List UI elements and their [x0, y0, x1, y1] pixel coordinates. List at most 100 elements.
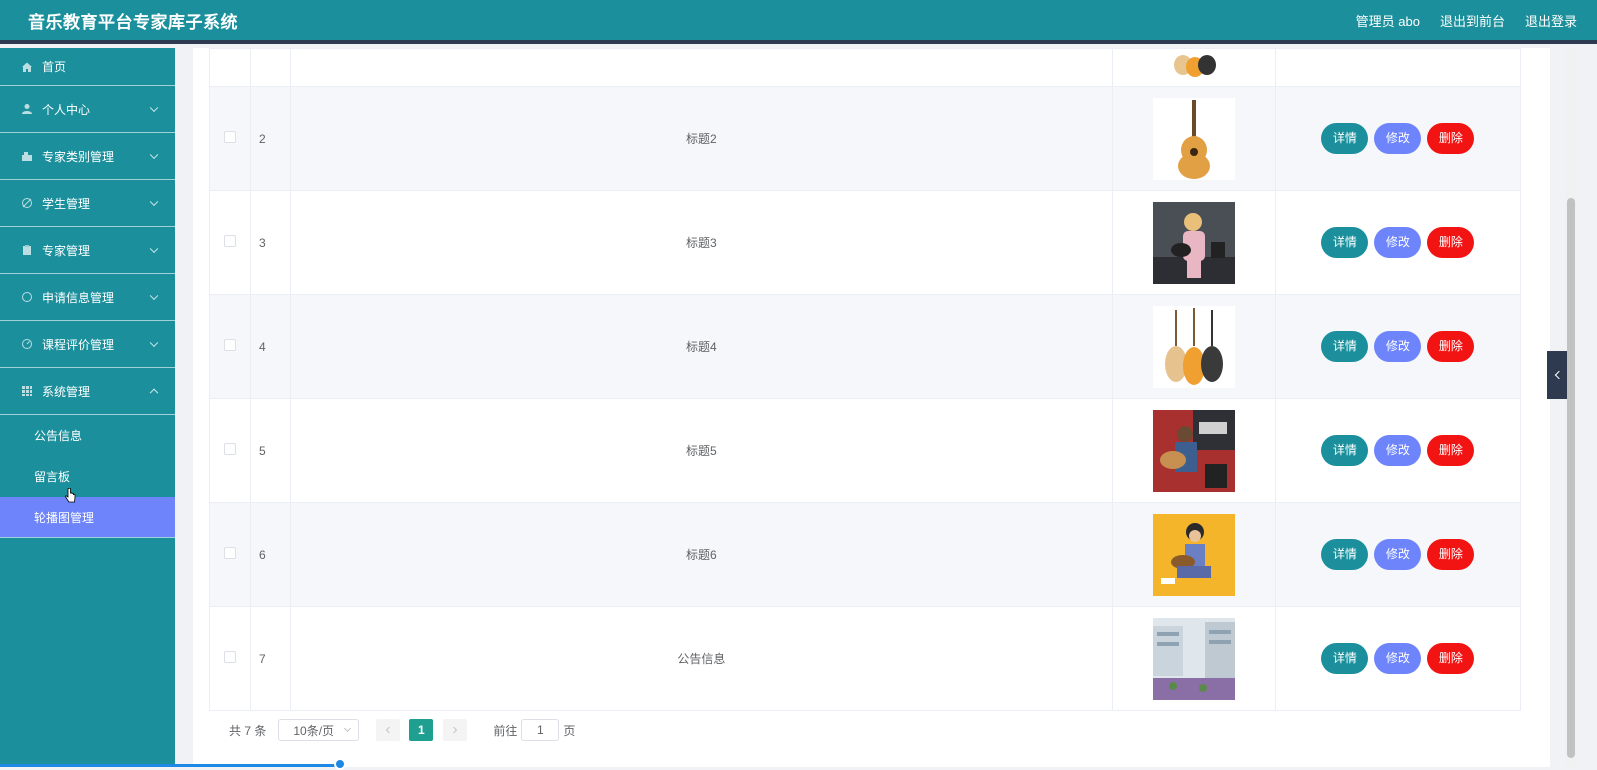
- admin-user-label: 管理员 abo: [1355, 13, 1420, 29]
- row-title: 标题3: [290, 190, 1113, 295]
- detail-button[interactable]: 详情: [1321, 643, 1369, 674]
- logout-link[interactable]: 退出登录: [1525, 11, 1577, 30]
- table-row: 6 标题6 详情 修改 删除: [208, 502, 1522, 607]
- edit-button[interactable]: 修改: [1374, 539, 1422, 570]
- sidebar-item-course-rating[interactable]: 课程评价管理: [0, 321, 175, 368]
- collapse-panel-tab[interactable]: [1547, 351, 1567, 399]
- apply-icon: [20, 290, 34, 304]
- carousel-table: 2 标题2 详情 修改 删除 3 标题3 详情 修改 删除 4 标题4 详情 修…: [208, 48, 1522, 711]
- table-row: 3 标题3 详情 修改 删除: [208, 190, 1522, 295]
- edit-button[interactable]: 修改: [1374, 123, 1422, 154]
- sidebar-subitem-carousel[interactable]: 轮播图管理: [0, 497, 175, 538]
- exit-to-frontend-link[interactable]: 退出到前台: [1440, 11, 1505, 30]
- main-content: 2 标题2 详情 修改 删除 3 标题3 详情 修改 删除 4 标题4 详情 修…: [175, 48, 1565, 767]
- home-icon: [20, 60, 34, 74]
- row-title: 标题6: [290, 502, 1113, 607]
- delete-button[interactable]: 删除: [1427, 331, 1475, 362]
- table-row: 4 标题4 详情 修改 删除: [208, 294, 1522, 399]
- goto-page-input[interactable]: 1: [521, 719, 560, 741]
- sidebar-item-experts[interactable]: 专家管理: [0, 227, 175, 274]
- row-title: 标题2: [290, 86, 1113, 191]
- row-index: 7: [250, 606, 292, 711]
- scrollbar-thumb[interactable]: [1567, 198, 1575, 758]
- row-index: 3: [250, 190, 292, 295]
- row-checkbox[interactable]: [224, 443, 237, 455]
- row-checkbox[interactable]: [224, 651, 237, 663]
- page-number-current[interactable]: 1: [409, 719, 434, 741]
- detail-button[interactable]: 详情: [1321, 123, 1369, 154]
- detail-button[interactable]: 详情: [1321, 331, 1369, 362]
- row-index: 4: [250, 294, 292, 399]
- chevron-up-icon: [149, 388, 159, 398]
- sidebar-subitem-message-board[interactable]: 留言板: [0, 456, 175, 497]
- sidebar-item-label: 专家管理: [42, 243, 91, 258]
- row-index: 2: [250, 86, 292, 191]
- detail-button[interactable]: 详情: [1321, 435, 1369, 466]
- detail-button[interactable]: 详情: [1321, 227, 1369, 258]
- row-thumbnail: [1152, 305, 1235, 388]
- user-icon: [20, 102, 34, 116]
- sidebar-item-home[interactable]: 首页: [0, 48, 175, 86]
- sidebar-subitem-announcements[interactable]: 公告信息: [0, 415, 175, 456]
- sidebar-item-personal-center[interactable]: 个人中心: [0, 86, 175, 133]
- sidebar-item-label: 个人中心: [42, 102, 91, 117]
- table-row: [208, 48, 1522, 87]
- chevron-down-icon: [149, 197, 159, 207]
- edit-button[interactable]: 修改: [1374, 227, 1422, 258]
- total-count: 共 7 条: [229, 723, 267, 738]
- delete-button[interactable]: 删除: [1427, 227, 1475, 258]
- row-thumbnail: [1152, 617, 1235, 700]
- row-thumbnail: [1152, 97, 1235, 180]
- row-index: 6: [250, 502, 292, 607]
- row-title: 标题4: [290, 294, 1113, 399]
- pagination: 共 7 条 10条/页 1 前往 1 页: [229, 718, 575, 742]
- delete-button[interactable]: 删除: [1427, 643, 1475, 674]
- row-thumbnail: [1152, 201, 1235, 284]
- sidebar-item-applications[interactable]: 申请信息管理: [0, 274, 175, 321]
- table-row: 5 标题5 详情 修改 删除: [208, 398, 1522, 503]
- sidebar: 首页 个人中心 专家类别管理 学生管理 专家管理 申请信息管理 课程评价管理 系…: [0, 48, 175, 767]
- sidebar-item-label: 学生管理: [42, 196, 91, 211]
- vertical-scrollbar[interactable]: [1565, 48, 1577, 767]
- row-title: 公告信息: [290, 606, 1113, 711]
- top-header: 音乐教育平台专家库子系统 管理员 abo 退出到前台 退出登录: [0, 0, 1597, 44]
- chevron-left-icon: [1554, 370, 1563, 380]
- chevron-down-icon: [149, 150, 159, 160]
- header-actions: 管理员 abo 退出到前台 退出登录: [1356, 11, 1577, 30]
- edit-button[interactable]: 修改: [1374, 331, 1422, 362]
- edit-button[interactable]: 修改: [1374, 643, 1422, 674]
- goto-label: 前往: [493, 723, 518, 738]
- delete-button[interactable]: 删除: [1427, 539, 1475, 570]
- row-thumbnail: [1152, 409, 1235, 492]
- row-checkbox[interactable]: [224, 131, 237, 143]
- sidebar-item-label: 首页: [42, 60, 67, 74]
- category-icon: [20, 149, 34, 163]
- page-size-select[interactable]: 10条/页: [278, 719, 360, 741]
- page-suffix: 页: [563, 723, 576, 738]
- row-checkbox[interactable]: [224, 547, 237, 559]
- chevron-down-icon: [149, 338, 159, 348]
- delete-button[interactable]: 删除: [1427, 435, 1475, 466]
- sidebar-item-label: 课程评价管理: [42, 337, 115, 352]
- grid-icon: [20, 384, 34, 398]
- chevron-down-icon: [149, 291, 159, 301]
- row-checkbox[interactable]: [224, 235, 237, 247]
- chevron-down-icon: [344, 724, 352, 733]
- chevron-down-icon: [149, 103, 159, 113]
- row-thumbnail: [1152, 513, 1235, 596]
- expert-icon: [20, 243, 34, 257]
- app-title: 音乐教育平台专家库子系统: [28, 12, 238, 32]
- hand-cursor-icon: [65, 488, 76, 503]
- prev-page-button[interactable]: [376, 719, 401, 741]
- table-panel: 2 标题2 详情 修改 删除 3 标题3 详情 修改 删除 4 标题4 详情 修…: [193, 48, 1550, 767]
- sidebar-item-label: 申请信息管理: [42, 290, 115, 305]
- detail-button[interactable]: 详情: [1321, 539, 1369, 570]
- chevron-down-icon: [149, 244, 159, 254]
- sidebar-item-expert-category[interactable]: 专家类别管理: [0, 133, 175, 180]
- delete-button[interactable]: 删除: [1427, 123, 1475, 154]
- edit-button[interactable]: 修改: [1374, 435, 1422, 466]
- next-page-button[interactable]: [443, 719, 468, 741]
- sidebar-item-system[interactable]: 系统管理: [0, 368, 175, 415]
- sidebar-item-students[interactable]: 学生管理: [0, 180, 175, 227]
- row-checkbox[interactable]: [224, 339, 237, 351]
